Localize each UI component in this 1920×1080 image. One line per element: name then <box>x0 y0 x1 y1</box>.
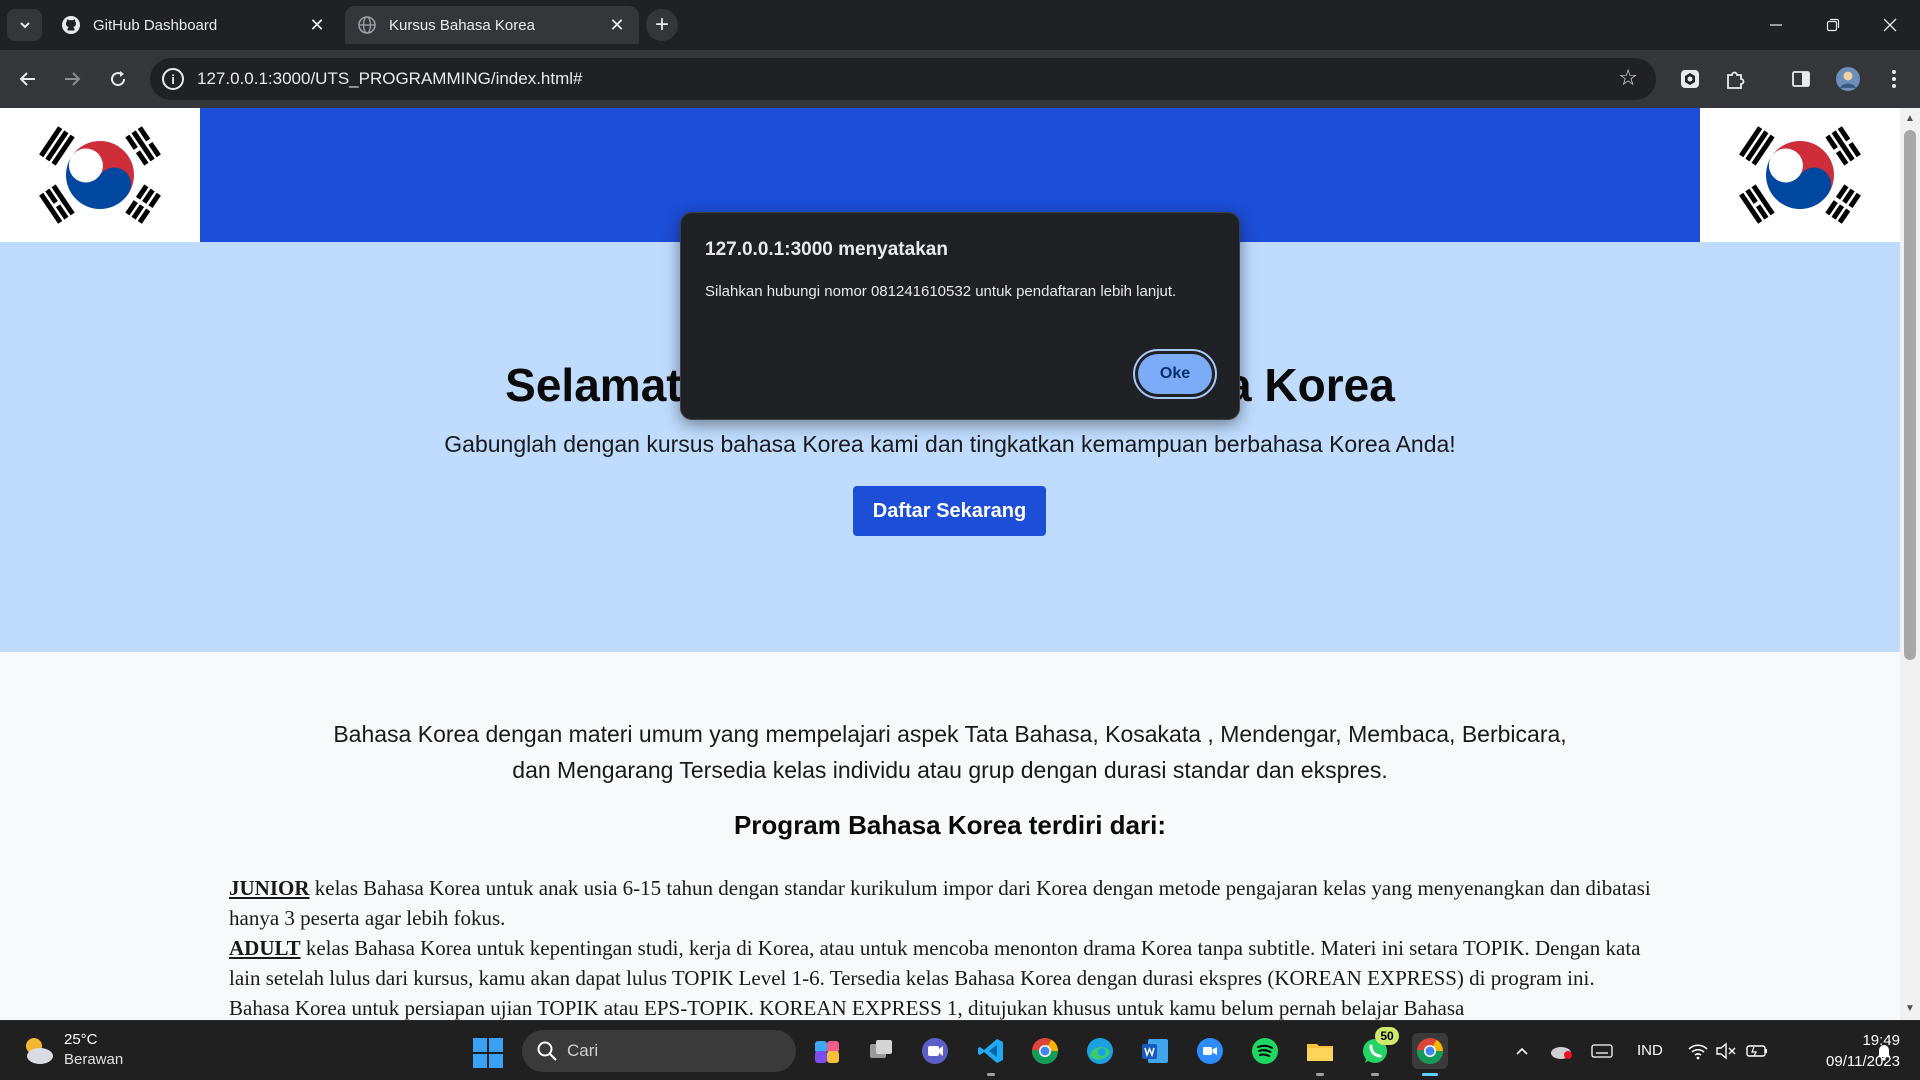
arrow-right-icon <box>65 72 81 86</box>
volume-muted-icon[interactable] <box>1712 1037 1740 1065</box>
app-active-indicator <box>1422 1073 1438 1076</box>
whatsapp-icon[interactable]: 50 <box>1357 1027 1399 1069</box>
notification-badge: 50 <box>1375 1027 1399 1045</box>
task-view-icon[interactable] <box>863 1033 899 1069</box>
program-item-adult: ADULT kelas Bahasa Korea untuk kepenting… <box>229 933 1659 1020</box>
forward-button[interactable] <box>57 64 87 94</box>
profile-avatar[interactable] <box>1834 65 1862 93</box>
vscode-icon[interactable] <box>973 1033 1009 1069</box>
keyboard-icon[interactable] <box>1588 1037 1616 1065</box>
search-icon <box>537 1041 557 1061</box>
language-indicator[interactable]: IND <box>1637 1042 1663 1059</box>
chevron-down-icon <box>19 22 30 29</box>
side-panel-icon[interactable] <box>1787 65 1815 93</box>
globe-icon <box>357 15 377 35</box>
alert-message: Silahkan hubungi nomor 081241610532 untu… <box>705 283 1177 300</box>
onedrive-icon[interactable] <box>1547 1037 1575 1065</box>
close-icon[interactable]: ✕ <box>305 13 329 37</box>
close-icon[interactable]: ✕ <box>605 13 629 37</box>
windows-taskbar: 25°C Berawan Cari 50 IND 19:49 09/11/202… <box>0 1020 1920 1080</box>
tab-title: GitHub Dashboard <box>93 16 218 34</box>
window-close-button[interactable] <box>1876 11 1904 39</box>
notification-bell-icon[interactable] <box>1870 1037 1898 1065</box>
edge-icon[interactable] <box>1082 1033 1118 1069</box>
scroll-down-icon[interactable]: ▼ <box>1905 1004 1915 1014</box>
search-placeholder: Cari <box>567 1041 599 1060</box>
restore-icon <box>1826 18 1840 32</box>
file-explorer-icon[interactable] <box>1302 1033 1338 1069</box>
hero-subtitle: Gabunglah dengan kursus bahasa Korea kam… <box>444 431 1456 457</box>
weather-temperature: 25°C <box>64 1031 98 1048</box>
start-button[interactable] <box>473 1038 503 1068</box>
register-now-button[interactable]: Daftar Sekarang <box>853 486 1046 536</box>
plus-icon: + <box>654 11 669 38</box>
program-description: kelas Bahasa Korea untuk anak usia 6-15 … <box>229 876 1651 930</box>
app-running-indicator <box>987 1073 995 1076</box>
alert-title: 127.0.0.1:3000 menyatakan <box>705 239 948 260</box>
address-bar[interactable]: i 127.0.0.1:3000/UTS_PROGRAMMING/index.h… <box>150 58 1656 100</box>
chrome-active-icon[interactable] <box>1412 1033 1448 1069</box>
extension-icon[interactable] <box>1676 65 1704 93</box>
page-scrollbar[interactable]: ▲ ▼ <box>1900 108 1920 1020</box>
taskbar-search[interactable]: Cari <box>522 1030 796 1072</box>
intro-paragraph: Bahasa Korea dengan materi umum yang mem… <box>333 721 1567 783</box>
program-description: kelas Bahasa Korea untuk kepentingan stu… <box>229 936 1641 1020</box>
zoom-icon[interactable] <box>1192 1033 1228 1069</box>
program-list: JUNIOR kelas Bahasa Korea untuk anak usi… <box>229 873 1659 1020</box>
browser-toolbar: i 127.0.0.1:3000/UTS_PROGRAMMING/index.h… <box>0 50 1920 108</box>
tab-title: Kursus Bahasa Korea <box>389 16 535 34</box>
scroll-thumb[interactable] <box>1904 130 1916 660</box>
bookmark-star-icon[interactable]: ☆ <box>1618 65 1638 91</box>
more-menu-icon[interactable] <box>1880 65 1908 93</box>
close-icon <box>1883 18 1897 32</box>
puzzle-icon[interactable] <box>1721 65 1749 93</box>
reload-button[interactable] <box>103 64 133 94</box>
wifi-icon[interactable] <box>1684 1037 1712 1065</box>
alert-dialog: 127.0.0.1:3000 menyatakan Silahkan hubun… <box>680 212 1240 420</box>
korean-flag-left <box>0 108 200 242</box>
weather-condition: Berawan <box>64 1051 124 1068</box>
app-running-indicator <box>1316 1073 1324 1076</box>
program-name: ADULT <box>229 936 301 960</box>
windows-logo-icon <box>473 1038 503 1068</box>
chevron-up-icon[interactable] <box>1508 1037 1536 1065</box>
spotify-icon[interactable] <box>1247 1033 1283 1069</box>
program-heading: Program Bahasa Korea terdiri dari: <box>733 810 1167 840</box>
partly-cloudy-icon <box>26 1038 53 1064</box>
new-tab-button[interactable]: + <box>646 9 678 41</box>
tab-search-button[interactable] <box>7 9 42 41</box>
github-icon <box>61 15 81 35</box>
teams-meet-icon[interactable] <box>917 1033 953 1069</box>
battery-icon[interactable] <box>1743 1037 1771 1065</box>
korean-flag-right <box>1700 108 1900 242</box>
url-text[interactable]: 127.0.0.1:3000/UTS_PROGRAMMING/index.htm… <box>197 69 583 89</box>
info-icon[interactable]: i <box>162 68 184 90</box>
arrow-left-icon <box>19 72 35 86</box>
minimize-button[interactable] <box>1762 11 1790 39</box>
program-item-junior: JUNIOR kelas Bahasa Korea untuk anak usi… <box>229 873 1659 933</box>
browser-tab-strip: GitHub Dashboard ✕ Kursus Bahasa Korea ✕… <box>0 0 1920 50</box>
page-viewport: Selamat Datang di Kursus Bahasa Korea Ga… <box>0 108 1900 1020</box>
alert-ok-label: Oke <box>1138 354 1212 394</box>
app-running-indicator <box>1371 1073 1379 1076</box>
tab-kursus-bahasa-korea[interactable]: Kursus Bahasa Korea ✕ <box>345 6 639 44</box>
chrome-icon[interactable] <box>1027 1033 1063 1069</box>
program-name: JUNIOR <box>229 876 310 900</box>
word-icon[interactable] <box>1137 1033 1173 1069</box>
back-button[interactable] <box>13 64 43 94</box>
minimize-icon <box>1770 24 1782 26</box>
restore-button[interactable] <box>1819 11 1847 39</box>
tab-github-dashboard[interactable]: GitHub Dashboard ✕ <box>49 6 339 44</box>
scroll-up-icon[interactable]: ▲ <box>1905 114 1915 124</box>
copilot-icon[interactable] <box>809 1033 845 1069</box>
alert-ok-button[interactable]: Oke <box>1133 349 1217 399</box>
reload-icon <box>111 71 126 87</box>
